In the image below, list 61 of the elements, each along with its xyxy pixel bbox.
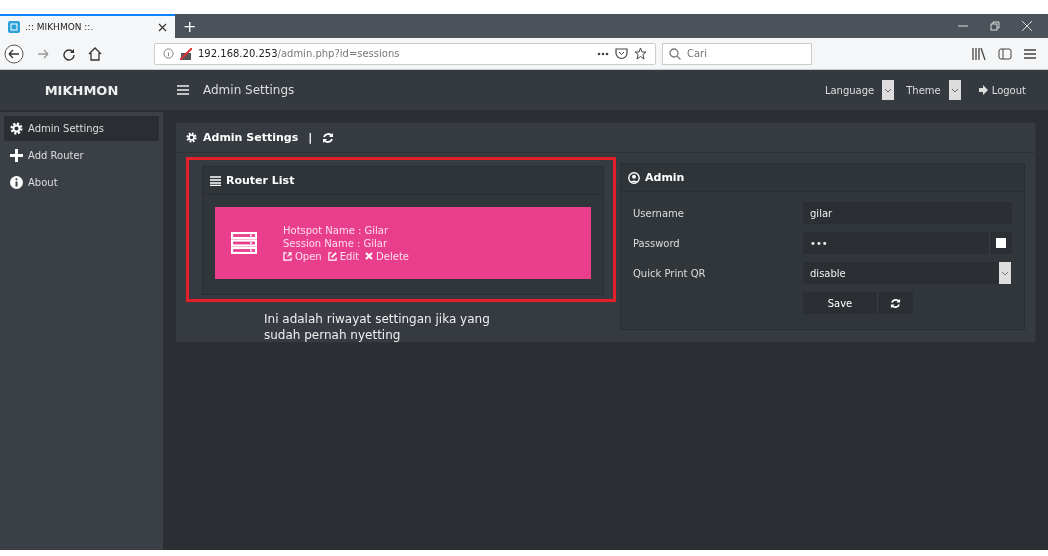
theme-label: Theme [906,84,941,96]
search-field[interactable]: Cari [662,42,812,65]
home-icon[interactable] [88,46,102,61]
separator-text: | [308,131,313,144]
card-title: Router List [226,174,295,187]
restore-icon[interactable] [990,21,1000,31]
url-bar[interactable]: 192.168.20.253/admin.php?id=sessions [154,42,656,65]
brand-logo[interactable]: MIKHMON [44,82,119,98]
hotspot-name: Hotspot Name : Gilar [283,224,390,236]
sidebar-item[interactable]: Add Router [4,143,159,168]
tab-title: .:: MIKHMON ::. [25,22,95,32]
show-password-checkbox[interactable] [996,238,1006,248]
page-title: Admin Settings [203,83,295,97]
list-icon [210,175,221,186]
new-tab-button[interactable]: + [183,16,197,36]
field-label: Quick Print QR [633,267,707,279]
field-label: Password [633,237,681,249]
info-icon [163,48,174,59]
reset-button[interactable] [877,292,913,314]
language-label: Language [824,84,875,96]
site-icon [8,21,20,33]
search-icon [669,47,681,60]
insecure-lock-icon [180,47,192,60]
cross-icon [365,252,374,260]
pocket-icon[interactable] [615,47,628,60]
plus-icon [10,149,23,162]
username-field[interactable]: gilar [803,202,1012,224]
info-icon [10,176,23,189]
logout-link[interactable]: Logout [978,84,1026,96]
back-icon[interactable] [4,43,24,64]
dropdown-icon [999,262,1011,284]
dropdown-icon[interactable] [948,80,961,100]
sidebar-item[interactable]: Admin Settings [4,116,159,141]
gear-icon [10,122,23,135]
menu-icon[interactable] [1024,48,1036,59]
refresh-icon [890,297,901,309]
browser-tab[interactable]: .:: MIKHMON ::. [0,14,175,38]
reload-icon[interactable] [62,46,76,61]
gear-icon [186,132,197,143]
save-button[interactable]: Save [803,292,877,314]
user-icon [628,171,640,184]
password-field[interactable]: ••• [803,232,989,254]
server-icon [231,232,257,254]
annotation-text: Ini adalah riwayat settingan jika yang sudah pernah nyetting [264,312,491,344]
library-icon[interactable] [972,47,986,60]
sidebar-icon[interactable] [998,47,1012,60]
dropdown-icon[interactable] [882,80,895,100]
star-icon[interactable] [634,47,647,60]
refresh-icon[interactable] [322,131,335,144]
session-name: Session Name : Gilar [283,237,389,249]
logout-icon [978,85,989,95]
panel-title: Admin Settings [203,131,299,144]
sidebar-item[interactable]: About [4,170,159,195]
qr-select[interactable]: disable [803,262,1012,284]
field-label: Username [633,207,685,219]
url-text: 192.168.20.253/admin.php?id=sessions [198,48,400,59]
edit-icon [327,251,337,261]
external-link-icon [283,251,292,261]
card-title: Admin [645,171,685,184]
more-icon[interactable] [597,51,609,56]
close-icon[interactable] [158,22,167,32]
